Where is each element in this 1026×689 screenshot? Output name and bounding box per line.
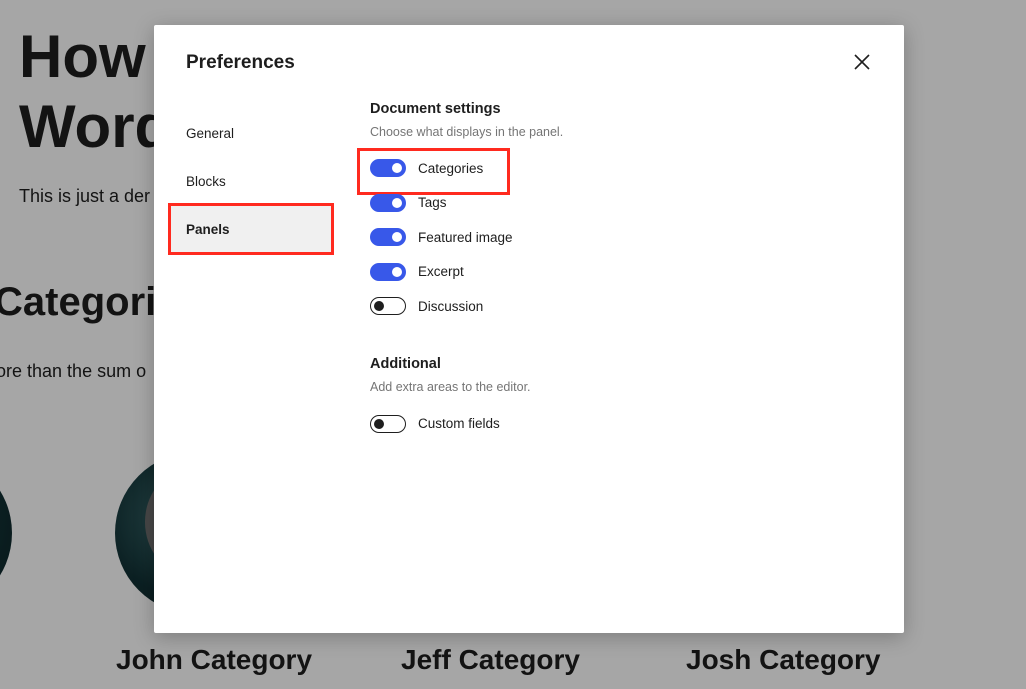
toggle-row-custom-fields: Custom fields xyxy=(370,407,870,442)
excerpt-toggle[interactable] xyxy=(370,262,406,281)
section-description: Add extra areas to the editor. xyxy=(370,379,531,394)
toggle-label: Tags xyxy=(418,195,447,211)
toggle-row-categories: Categories xyxy=(357,148,870,195)
tab-blocks[interactable]: Blocks xyxy=(170,157,332,205)
custom-fields-toggle[interactable] xyxy=(370,414,406,433)
toggle-label: Featured image xyxy=(418,229,513,245)
discussion-toggle[interactable] xyxy=(370,297,406,316)
tab-label: Panels xyxy=(186,221,230,237)
toggle-label: Custom fields xyxy=(418,416,500,432)
tab-label: General xyxy=(186,125,235,141)
preferences-nav: General Blocks Panels xyxy=(168,109,334,255)
toggle-row-tags: Tags xyxy=(370,186,870,221)
tags-toggle[interactable] xyxy=(370,193,406,212)
section-title: Additional xyxy=(370,355,441,372)
panels-content: Document settings Choose what displays i… xyxy=(357,101,870,442)
tab-label: Blocks xyxy=(186,173,226,189)
section-description: Choose what displays in the panel. xyxy=(370,125,564,139)
toggle-row-excerpt: Excerpt xyxy=(370,255,870,290)
toggle-label: Categories xyxy=(418,160,484,176)
close-icon xyxy=(854,54,870,70)
modal-title: Preferences xyxy=(186,52,295,73)
toggle-label: Excerpt xyxy=(418,264,464,280)
categories-toggle[interactable] xyxy=(370,159,406,178)
toggle-row-featured-image: Featured image xyxy=(370,220,870,255)
tab-general[interactable]: General xyxy=(170,109,332,157)
tab-panels[interactable]: Panels xyxy=(168,203,334,255)
additional-section: Additional Add extra areas to the editor… xyxy=(370,356,870,442)
preferences-modal: Preferences General Blocks Panels Docume… xyxy=(154,25,904,633)
toggle-label: Discussion xyxy=(418,298,484,314)
featured-image-toggle[interactable] xyxy=(370,228,406,247)
close-button[interactable] xyxy=(846,46,878,78)
document-settings-section: Document settings Choose what displays i… xyxy=(357,101,870,324)
toggle-row-discussion: Discussion xyxy=(370,289,870,324)
section-title: Document settings xyxy=(370,101,501,117)
